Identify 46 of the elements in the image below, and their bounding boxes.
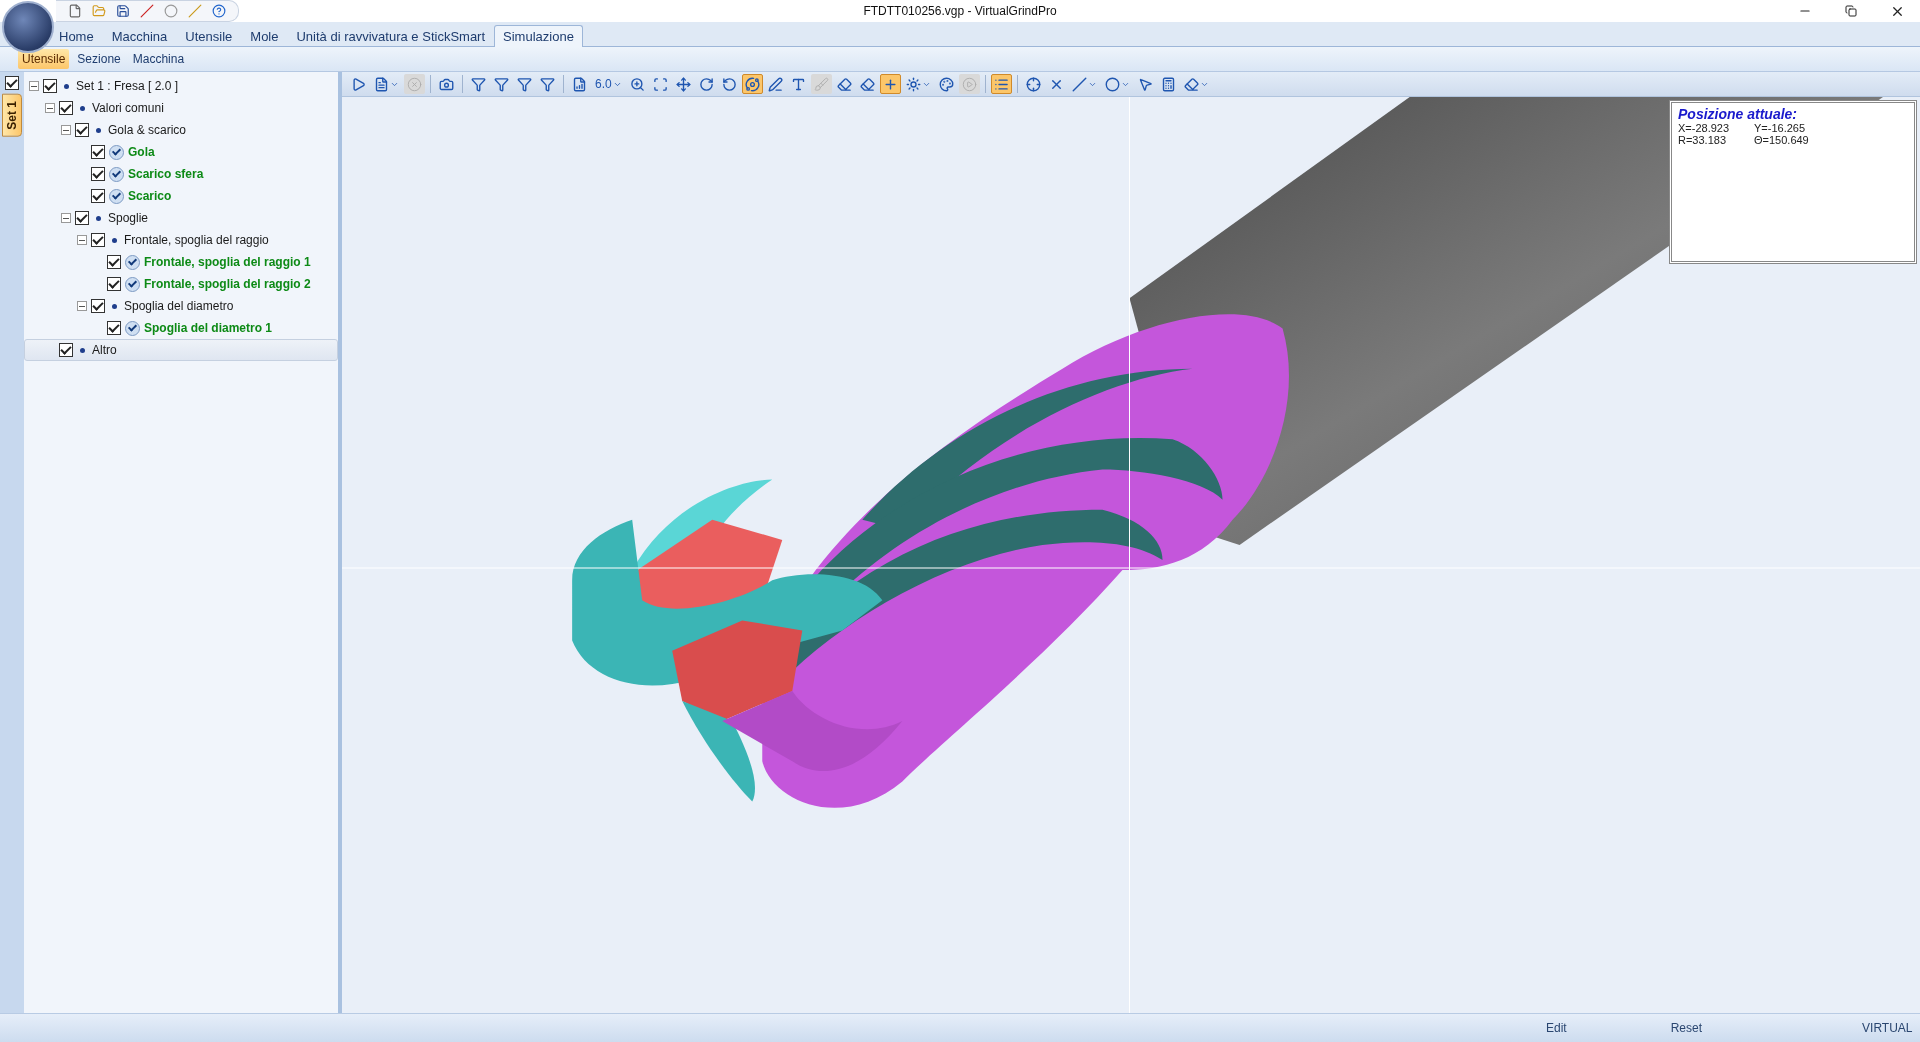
tree-row[interactable]: Spoglie	[24, 207, 338, 229]
ribbon-tab[interactable]: Mole	[241, 25, 288, 47]
tree-label: Gola & scarico	[108, 123, 187, 137]
tree-label: Frontale, spoglia del raggio 1	[144, 255, 311, 269]
sub-tab[interactable]: Utensile	[18, 49, 70, 69]
tree-label: Frontale, spoglia del raggio 2	[144, 277, 311, 291]
window-title: FTDTT010256.vgp - VirtualGrindPro	[863, 4, 1057, 18]
status-item: Edit	[1545, 1021, 1567, 1035]
tree-label: Gola	[128, 145, 155, 159]
status-item: Reset	[1669, 1021, 1703, 1035]
coordinate-readout: Θ=150.649	[1754, 134, 1810, 146]
ribbon-tab[interactable]: Simulazione	[494, 25, 583, 47]
tree-row[interactable]: Gola	[24, 141, 338, 163]
coordinate-readout: Y=-16.265	[1754, 122, 1807, 134]
ribbon-tab[interactable]: Utensile	[176, 25, 242, 47]
tree-row[interactable]: Scarico	[24, 185, 338, 207]
sub-tab[interactable]: Macchina	[128, 49, 189, 69]
ribbon-tab[interactable]: Unità di ravvivatura e StickSmart	[287, 25, 495, 47]
tree-label: Scarico	[128, 189, 172, 203]
tree-label: Spoglie	[108, 211, 149, 225]
ribbon-tab[interactable]: Home	[50, 25, 103, 47]
tree-label: Spoglia del diametro	[124, 299, 234, 313]
tree-row[interactable]: Gola & scarico	[24, 119, 338, 141]
coordinate-readout: X=-28.923	[1678, 122, 1731, 134]
tree-label: Set 1 : Fresa [ 2.0 ]	[76, 79, 179, 93]
tree-row[interactable]: Frontale, spoglia del raggio 1	[24, 251, 338, 273]
coordinate-readout: R=33.183	[1678, 134, 1727, 146]
tree-row[interactable]: Scarico sfera	[24, 163, 338, 185]
tree-label: Frontale, spoglia del raggio	[124, 233, 269, 247]
tree-row[interactable]: Set 1 : Fresa [ 2.0 ]	[24, 75, 338, 97]
tree-label: Spoglia del diametro 1	[144, 321, 273, 335]
status-item: VIRTUAL	[1861, 1021, 1913, 1035]
tree-row[interactable]: Frontale, spoglia del raggio	[24, 229, 338, 251]
panel-title: Posizione attuale:	[1678, 106, 1799, 122]
tree-row[interactable]: Spoglia del diametro 1	[24, 317, 338, 339]
side-tab[interactable]: Set 1	[2, 94, 22, 137]
tree-row[interactable]: Altro	[24, 339, 338, 361]
tree-label: Scarico sfera	[128, 167, 204, 181]
zoom-value-dropdown[interactable]: 6.0	[592, 74, 625, 94]
tree-label: Altro	[92, 343, 117, 357]
tree-label: Valori comuni	[92, 101, 164, 115]
tree-row[interactable]: Valori comuni	[24, 97, 338, 119]
sub-tab[interactable]: Sezione	[73, 49, 125, 69]
ribbon-tab[interactable]: Macchina	[102, 25, 177, 47]
tree-row[interactable]: Frontale, spoglia del raggio 2	[24, 273, 338, 295]
tree-row[interactable]: Spoglia del diametro	[24, 295, 338, 317]
